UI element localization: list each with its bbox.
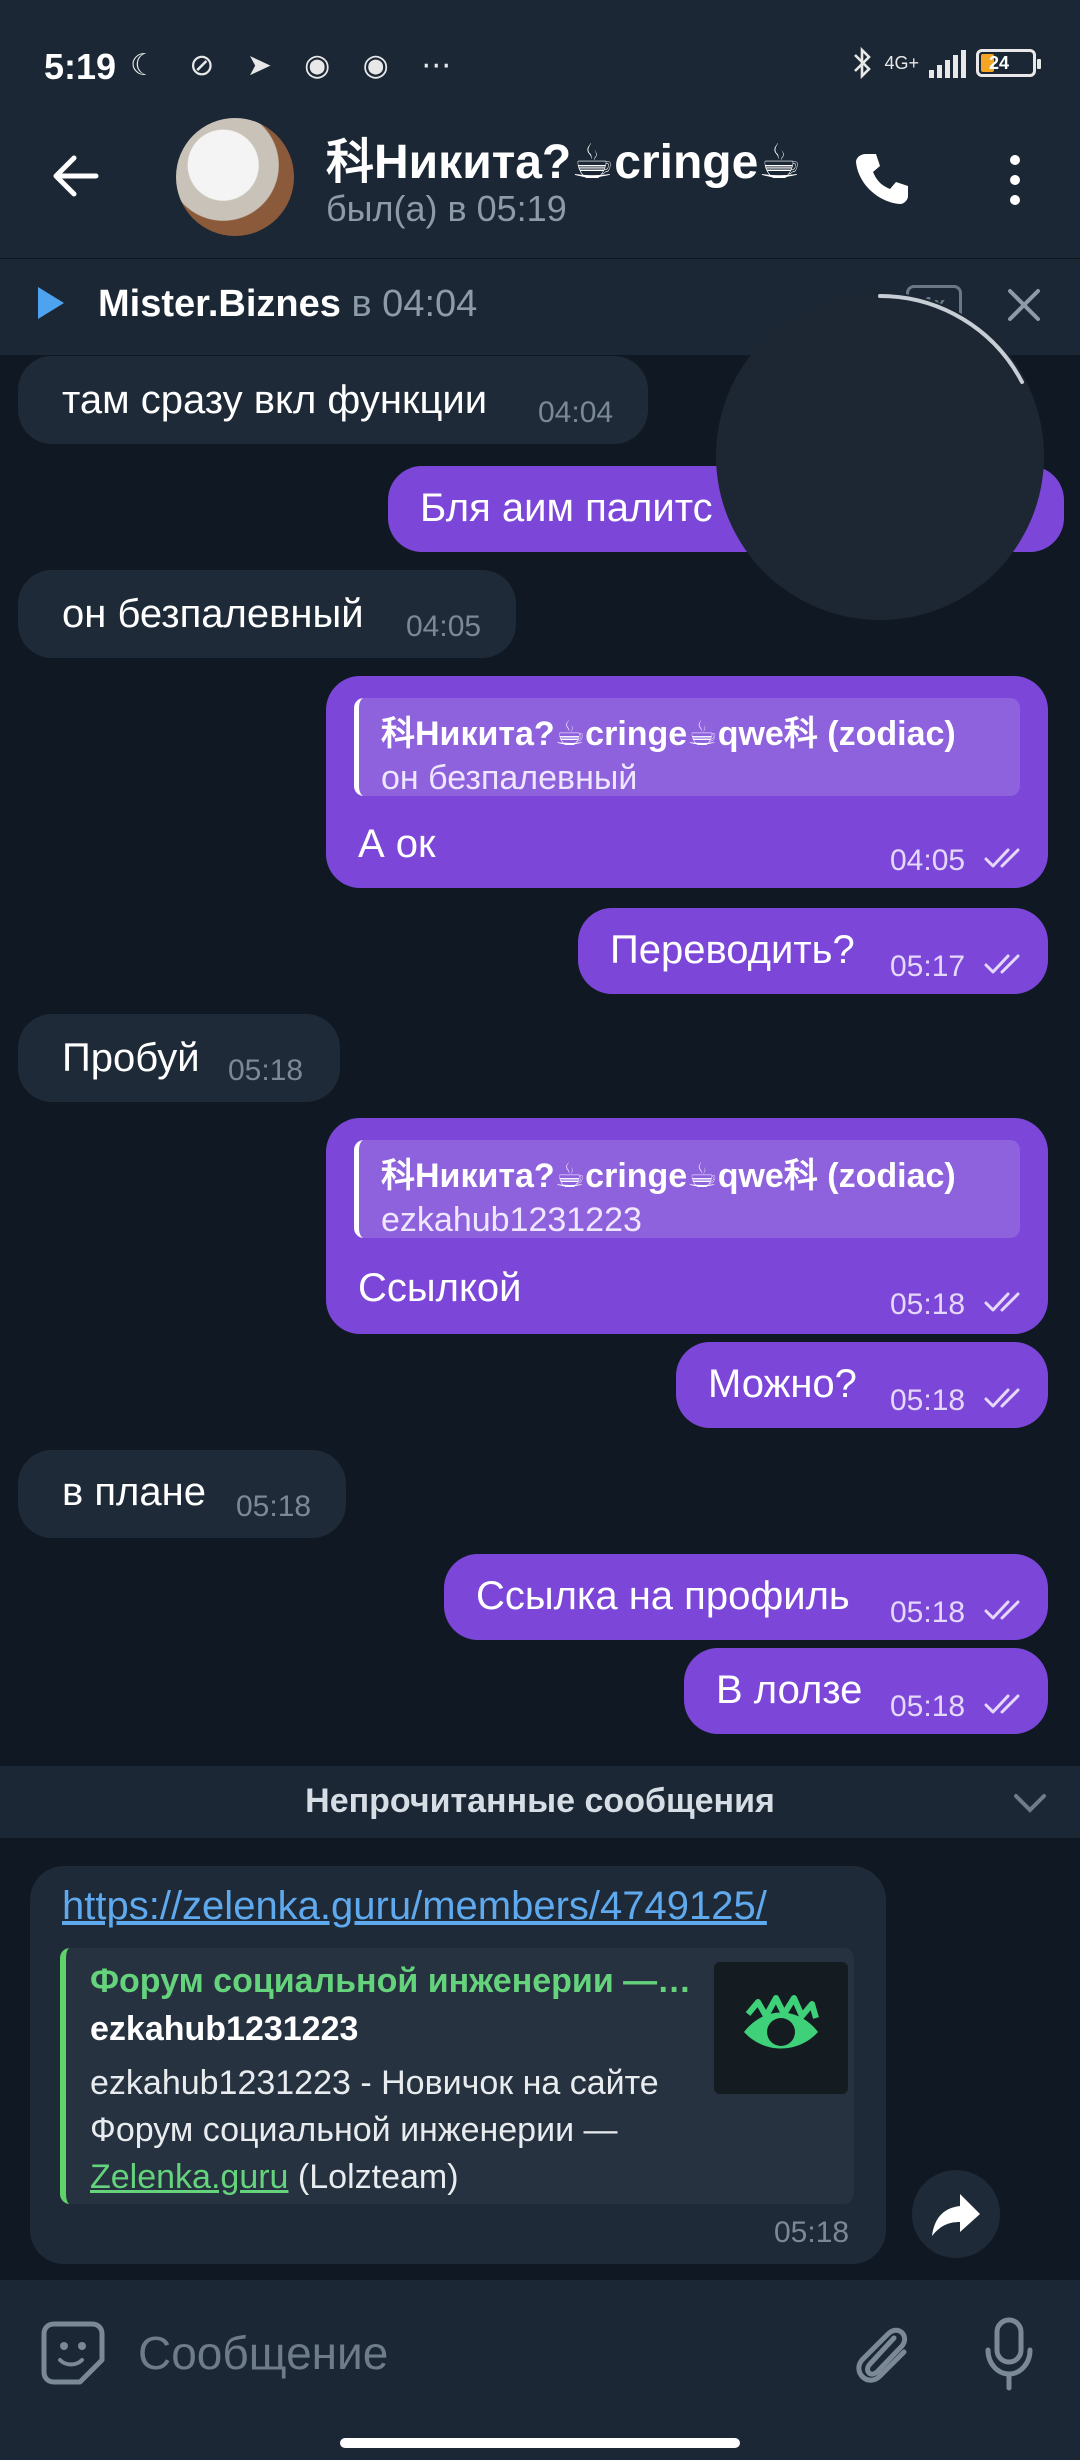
reply-author: 科Никита?☕cringe☕qwe科 (zodiac)	[381, 1157, 956, 1195]
read-checks-icon	[984, 954, 1020, 974]
message-outgoing[interactable]: Ссылка на профиль 05:18	[444, 1554, 1048, 1640]
read-checks-icon	[984, 1292, 1020, 1312]
message-input[interactable]: Сообщение	[138, 2326, 388, 2380]
chat-title[interactable]: 科Никита?☕cringe☕	[326, 122, 801, 192]
unread-divider: Непрочитанные сообщения	[0, 1766, 1080, 1838]
message-time: 05:18	[236, 1490, 312, 1523]
message-text: он безпалевный	[62, 592, 364, 636]
message-text: Пробуй	[62, 1036, 200, 1080]
message-text: Можно?	[708, 1362, 857, 1406]
message-time: 04:05	[890, 844, 966, 877]
preview-site-name: Форум социальной инженерии —…	[90, 1962, 692, 2000]
back-arrow-icon[interactable]	[48, 148, 104, 204]
reply-author: 科Никита?☕cringe☕qwe科 (zodiac)	[381, 715, 956, 753]
microphone-icon[interactable]	[984, 2316, 1034, 2392]
message-incoming[interactable]: Пробуй 05:18	[18, 1014, 340, 1102]
loading-arc-icon	[878, 293, 1024, 384]
battery-level: 24	[989, 53, 1010, 73]
reply-text: он безпалевный	[381, 759, 638, 797]
preview-thumbnail	[714, 1962, 848, 2094]
audio-info: Mister.Biznes в 04:04	[98, 283, 477, 326]
message-text: В лолзе	[716, 1668, 863, 1712]
status-notification-icons: ☾ ⊘ ➤ ◉ ◉ ⋯	[130, 49, 464, 82]
message-text: там сразу вкл функции	[62, 378, 488, 422]
read-checks-icon	[984, 1694, 1020, 1714]
message-outgoing[interactable]: Можно? 05:18	[676, 1342, 1048, 1428]
message-time: 05:18	[890, 1384, 966, 1417]
message-text: в плане	[62, 1470, 206, 1514]
unread-label: Непрочитанные сообщения	[305, 1782, 775, 1820]
bluetooth-icon	[854, 46, 872, 80]
message-incoming[interactable]: в плане 05:18	[18, 1450, 346, 1538]
share-arrow-icon	[932, 2194, 980, 2236]
audio-sender: Mister.Biznes	[98, 283, 341, 325]
message-outgoing-reply[interactable]: 科Никита?☕cringe☕qwe科 (zodiac) ezkahub123…	[326, 1118, 1048, 1334]
last-seen-status: был(а) в 05:19	[326, 188, 567, 229]
play-icon[interactable]	[36, 285, 66, 321]
message-outgoing[interactable]: Переводить? 05:17	[578, 908, 1048, 994]
preview-title: ezkahub1231223	[90, 2010, 359, 2048]
message-time: 05:18	[774, 2216, 850, 2249]
message-text: Переводить?	[610, 928, 855, 972]
chevron-down-icon[interactable]	[1010, 1788, 1050, 1816]
message-text: Бля аим палитс	[420, 486, 713, 530]
reply-quote[interactable]: 科Никита?☕cringe☕qwe科 (zodiac) ezkahub123…	[354, 1140, 1020, 1239]
message-outgoing-reply[interactable]: 科Никита?☕cringe☕qwe科 (zodiac) он безпале…	[326, 676, 1048, 888]
eye-logo-icon	[744, 1995, 819, 2049]
signal-icon	[929, 48, 966, 78]
message-link[interactable]: https://zelenka.guru/members/4749125/	[62, 1884, 767, 1929]
message-incoming[interactable]: он безпалевный 04:05	[18, 570, 516, 658]
preview-description: ezkahub1231223 - Новичок на сайте Форум …	[90, 2064, 659, 2196]
read-checks-icon	[984, 1600, 1020, 1620]
preview-inline-link[interactable]: Zelenka.guru	[90, 2158, 288, 2196]
message-time: 05:18	[228, 1054, 304, 1087]
battery-icon: 24	[976, 49, 1041, 77]
paperclip-icon[interactable]	[850, 2318, 916, 2390]
message-input-bar: Сообщение	[0, 2280, 1080, 2460]
reply-quote[interactable]: 科Никита?☕cringe☕qwe科 (zodiac) он безпале…	[354, 698, 1020, 797]
reply-text: ezkahub1231223	[381, 1201, 642, 1239]
message-text: Ссылка на профиль	[476, 1574, 850, 1618]
message-time: 05:17	[890, 950, 966, 983]
message-time: 04:04	[538, 396, 614, 429]
message-time: 04:05	[406, 610, 482, 643]
message-time: 05:18	[890, 1288, 966, 1321]
home-indicator[interactable]	[340, 2438, 740, 2448]
more-menu-icon[interactable]	[1000, 152, 1030, 208]
message-outgoing[interactable]: В лолзе 05:18	[684, 1648, 1048, 1734]
status-system-icons: 4G+ 24	[852, 46, 1041, 80]
message-text: А ок	[358, 822, 436, 866]
message-incoming-link[interactable]: https://zelenka.guru/members/4749125/ Фо…	[30, 1866, 886, 2264]
audio-time: в 04:04	[351, 283, 478, 325]
phone-icon[interactable]	[852, 148, 912, 208]
message-time: 05:18	[890, 1690, 966, 1723]
status-time: 5:19	[44, 46, 117, 87]
read-checks-icon	[984, 1388, 1020, 1408]
message-text: Ссылкой	[358, 1266, 522, 1310]
avatar[interactable]	[176, 118, 294, 236]
share-button[interactable]	[912, 2170, 1000, 2258]
sticker-icon[interactable]	[40, 2320, 106, 2386]
network-type: 4G+	[884, 53, 919, 73]
read-checks-icon	[984, 848, 1020, 868]
message-incoming[interactable]: там сразу вкл функции 04:04	[18, 356, 648, 444]
message-time: 05:18	[890, 1596, 966, 1629]
link-preview[interactable]: Форум социальной инженерии —… ezkahub123…	[60, 1948, 854, 2204]
chat-header: 科Никита?☕cringe☕ был(а) в 05:19	[0, 100, 1080, 258]
